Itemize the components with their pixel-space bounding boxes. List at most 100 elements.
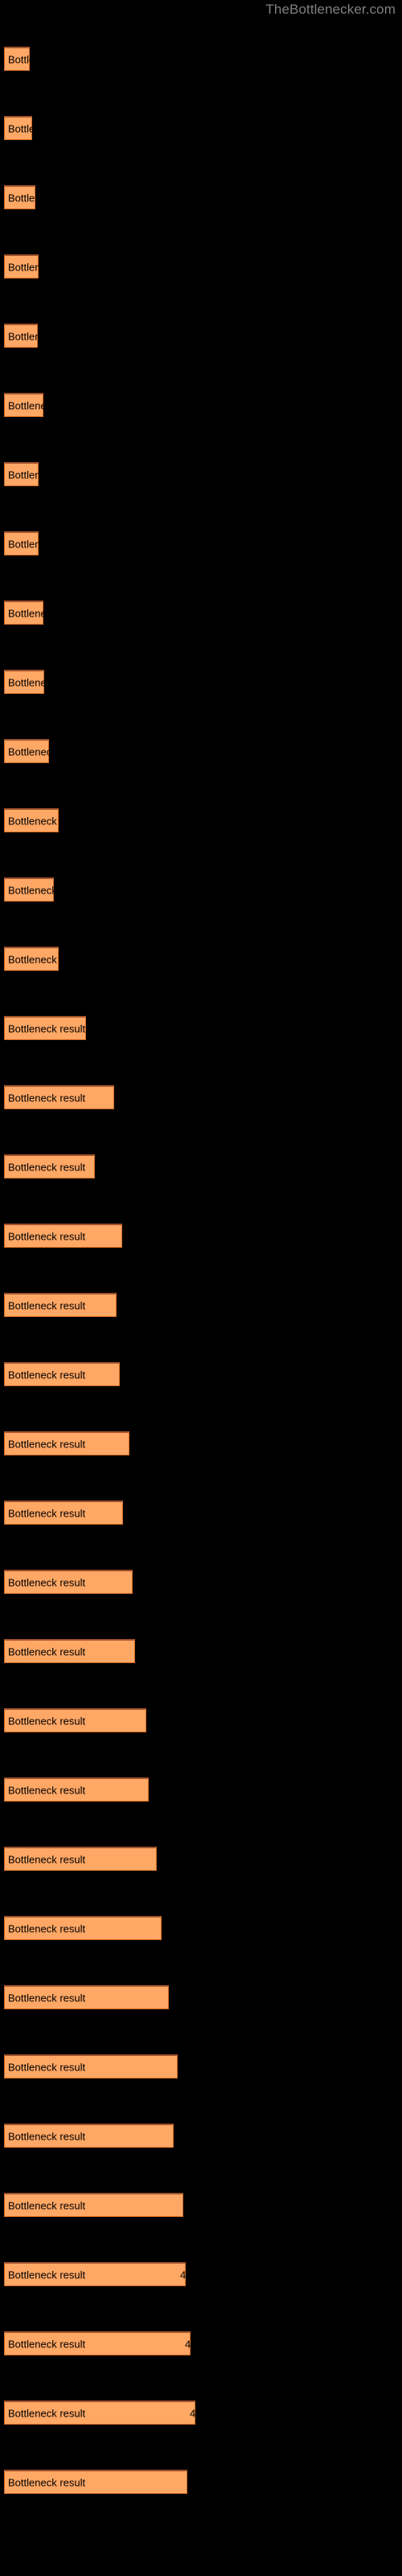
bar-row[interactable]: Bottleneck result (0, 1916, 402, 1942)
bar-row[interactable]: Bottleneck result (0, 1085, 402, 1111)
bar-label: Bottleneck result (8, 399, 86, 411)
bar[interactable]: Bottleneck result (4, 1431, 129, 1455)
bar[interactable]: Bottleneck result 4 (4, 2401, 195, 2425)
bar-row[interactable]: Bottleneck result 4 (0, 2331, 402, 2357)
bar-row[interactable]: Bottleneck result (0, 393, 402, 419)
bar-label: Bottleneck result (8, 2130, 86, 2142)
bar-row[interactable]: Bottleneck result (0, 601, 402, 626)
bar[interactable]: Bottleneck result (4, 808, 85, 832)
bar-label: Bottleneck result (8, 2338, 86, 2350)
bar-label: Bottleneck result (8, 538, 86, 550)
bar[interactable]: Bottleneck result (4, 2054, 178, 2079)
bar-label: Bottleneck result (8, 1922, 86, 1934)
bar[interactable]: Bottleneck result (4, 2124, 174, 2148)
bar-row[interactable]: Bottleneck result (0, 1501, 402, 1526)
bar-label: Bottleneck result (8, 676, 86, 688)
bar[interactable]: Bottleneck result (4, 1916, 162, 1940)
bar-row[interactable]: Bottleneck result (0, 947, 402, 972)
bar-label: Bottleneck result (8, 330, 86, 342)
bar-label: Bottleneck result (8, 1438, 86, 1450)
bar-label: Bottleneck result (8, 815, 86, 827)
bar-row[interactable]: Bottleneck result (0, 2193, 402, 2219)
bar-row[interactable]: Bottleneck result (0, 1570, 402, 1596)
bar[interactable]: Bottleneck result (4, 947, 85, 971)
bar-label: Bottleneck result (8, 469, 86, 481)
bar[interactable]: Bottleneck result (4, 877, 85, 902)
bar-label: Bottleneck result (8, 2199, 86, 2211)
bar[interactable]: Bottleneck result (4, 531, 85, 555)
bar-label: Bottleneck result (8, 2476, 86, 2488)
bar-row[interactable]: Bottleneck result (0, 1777, 402, 1803)
bar-label: Bottleneck result (8, 607, 86, 619)
bar-row[interactable]: Bottleneck result (0, 1639, 402, 1665)
bar-row[interactable]: Bottleneck result (0, 1016, 402, 1042)
bar[interactable]: Bottleneck result (4, 1224, 122, 1248)
bar-value: 4 (180, 2268, 187, 2281)
bar[interactable]: Bottleneck result (4, 1985, 169, 2009)
bar-row[interactable]: Bottleneck result (0, 808, 402, 834)
bar[interactable]: Bottleneck result (4, 393, 85, 417)
bar-label: Bottleneck result (8, 1715, 86, 1727)
bar-row[interactable]: Bottleneck result (0, 254, 402, 280)
bar-label: Bottleneck result (8, 1368, 86, 1381)
bar[interactable]: Bottleneck result (4, 1362, 120, 1386)
bar-label: Bottleneck result (8, 2268, 86, 2281)
bar-row[interactable]: Bottleneck result (0, 1708, 402, 1734)
bar[interactable]: Bottleneck result (4, 1085, 114, 1109)
bar[interactable]: Bottleneck result (4, 324, 85, 348)
bar-label: Bottleneck result (8, 1092, 86, 1104)
bar-label: Bottleneck result (8, 1161, 86, 1173)
bar[interactable]: Bottleneck result (4, 670, 85, 694)
bar-label: Bottleneck result (8, 745, 86, 758)
bar[interactable]: Bottleneck result (4, 1501, 123, 1525)
bar-row[interactable]: Bottleneck result (0, 1431, 402, 1457)
bar[interactable]: Bottleneck result (4, 601, 85, 625)
bar[interactable]: Bottleneck result 4 (4, 2262, 186, 2286)
bar[interactable]: Bottleneck result (4, 739, 85, 763)
bar-row[interactable]: Bottleneck result (0, 1362, 402, 1388)
bar-row[interactable]: Bottleneck result (0, 1154, 402, 1180)
bar-row[interactable]: Bottleneck result (0, 2054, 402, 2080)
bar[interactable]: Bottleneck result (4, 47, 85, 71)
bar-row[interactable]: Bottleneck result 4 (0, 2262, 402, 2288)
bar-row[interactable]: Bottleneck result (0, 2470, 402, 2496)
bar[interactable]: Bottleneck result (4, 1847, 157, 1871)
bar[interactable]: Bottleneck result (4, 1570, 133, 1594)
bar-row[interactable]: Bottleneck result (0, 739, 402, 765)
bar[interactable]: Bottleneck result (4, 254, 85, 279)
bar-value: 4 (185, 2338, 191, 2350)
bar-row[interactable]: Bottleneck result (0, 1224, 402, 1249)
bar-label: Bottleneck result (8, 261, 86, 273)
bar[interactable]: Bottleneck result (4, 1777, 149, 1802)
bar[interactable]: Bottleneck result 4 (4, 2331, 191, 2355)
bar-row[interactable]: Bottleneck result (0, 2124, 402, 2149)
bar-row[interactable]: Bottleneck result (0, 670, 402, 696)
bar-label: Bottleneck result (8, 1230, 86, 1242)
bar-row[interactable]: Bottleneck result (0, 47, 402, 72)
bar-row[interactable]: Bottleneck result (0, 1985, 402, 2011)
bar-row[interactable]: Bottleneck result (0, 462, 402, 488)
bar[interactable]: Bottleneck result (4, 1708, 146, 1732)
bar[interactable]: Bottleneck result (4, 185, 85, 209)
bar[interactable]: Bottleneck result (4, 2193, 183, 2217)
bar-row[interactable]: Bottleneck result (0, 185, 402, 211)
bar-row[interactable]: Bottleneck result (0, 324, 402, 349)
bar-label: Bottleneck result (8, 1576, 86, 1588)
bar[interactable]: Bottleneck result (4, 1293, 117, 1317)
bar-label: Bottleneck result (8, 53, 86, 65)
bar[interactable]: Bottleneck result (4, 1639, 135, 1663)
bar-row[interactable]: Bottleneck result 4 (0, 2401, 402, 2426)
bar-row[interactable]: Bottleneck result (0, 1847, 402, 1872)
bar-row[interactable]: Bottleneck result (0, 1293, 402, 1319)
bar[interactable]: Bottleneck result (4, 2470, 187, 2494)
bar-label: Bottleneck result (8, 884, 86, 896)
bar-row[interactable]: Bottleneck result (0, 116, 402, 142)
bar-row[interactable]: Bottleneck result (0, 531, 402, 557)
bar[interactable]: Bottleneck result (4, 1154, 95, 1179)
bar[interactable]: Bottleneck result (4, 1016, 86, 1040)
bar-row[interactable]: Bottleneck result (0, 877, 402, 903)
bar[interactable]: Bottleneck result (4, 462, 85, 486)
bar-label: Bottleneck result (8, 1507, 86, 1519)
bar-label: Bottleneck result (8, 122, 86, 134)
bar[interactable]: Bottleneck result (4, 116, 85, 140)
